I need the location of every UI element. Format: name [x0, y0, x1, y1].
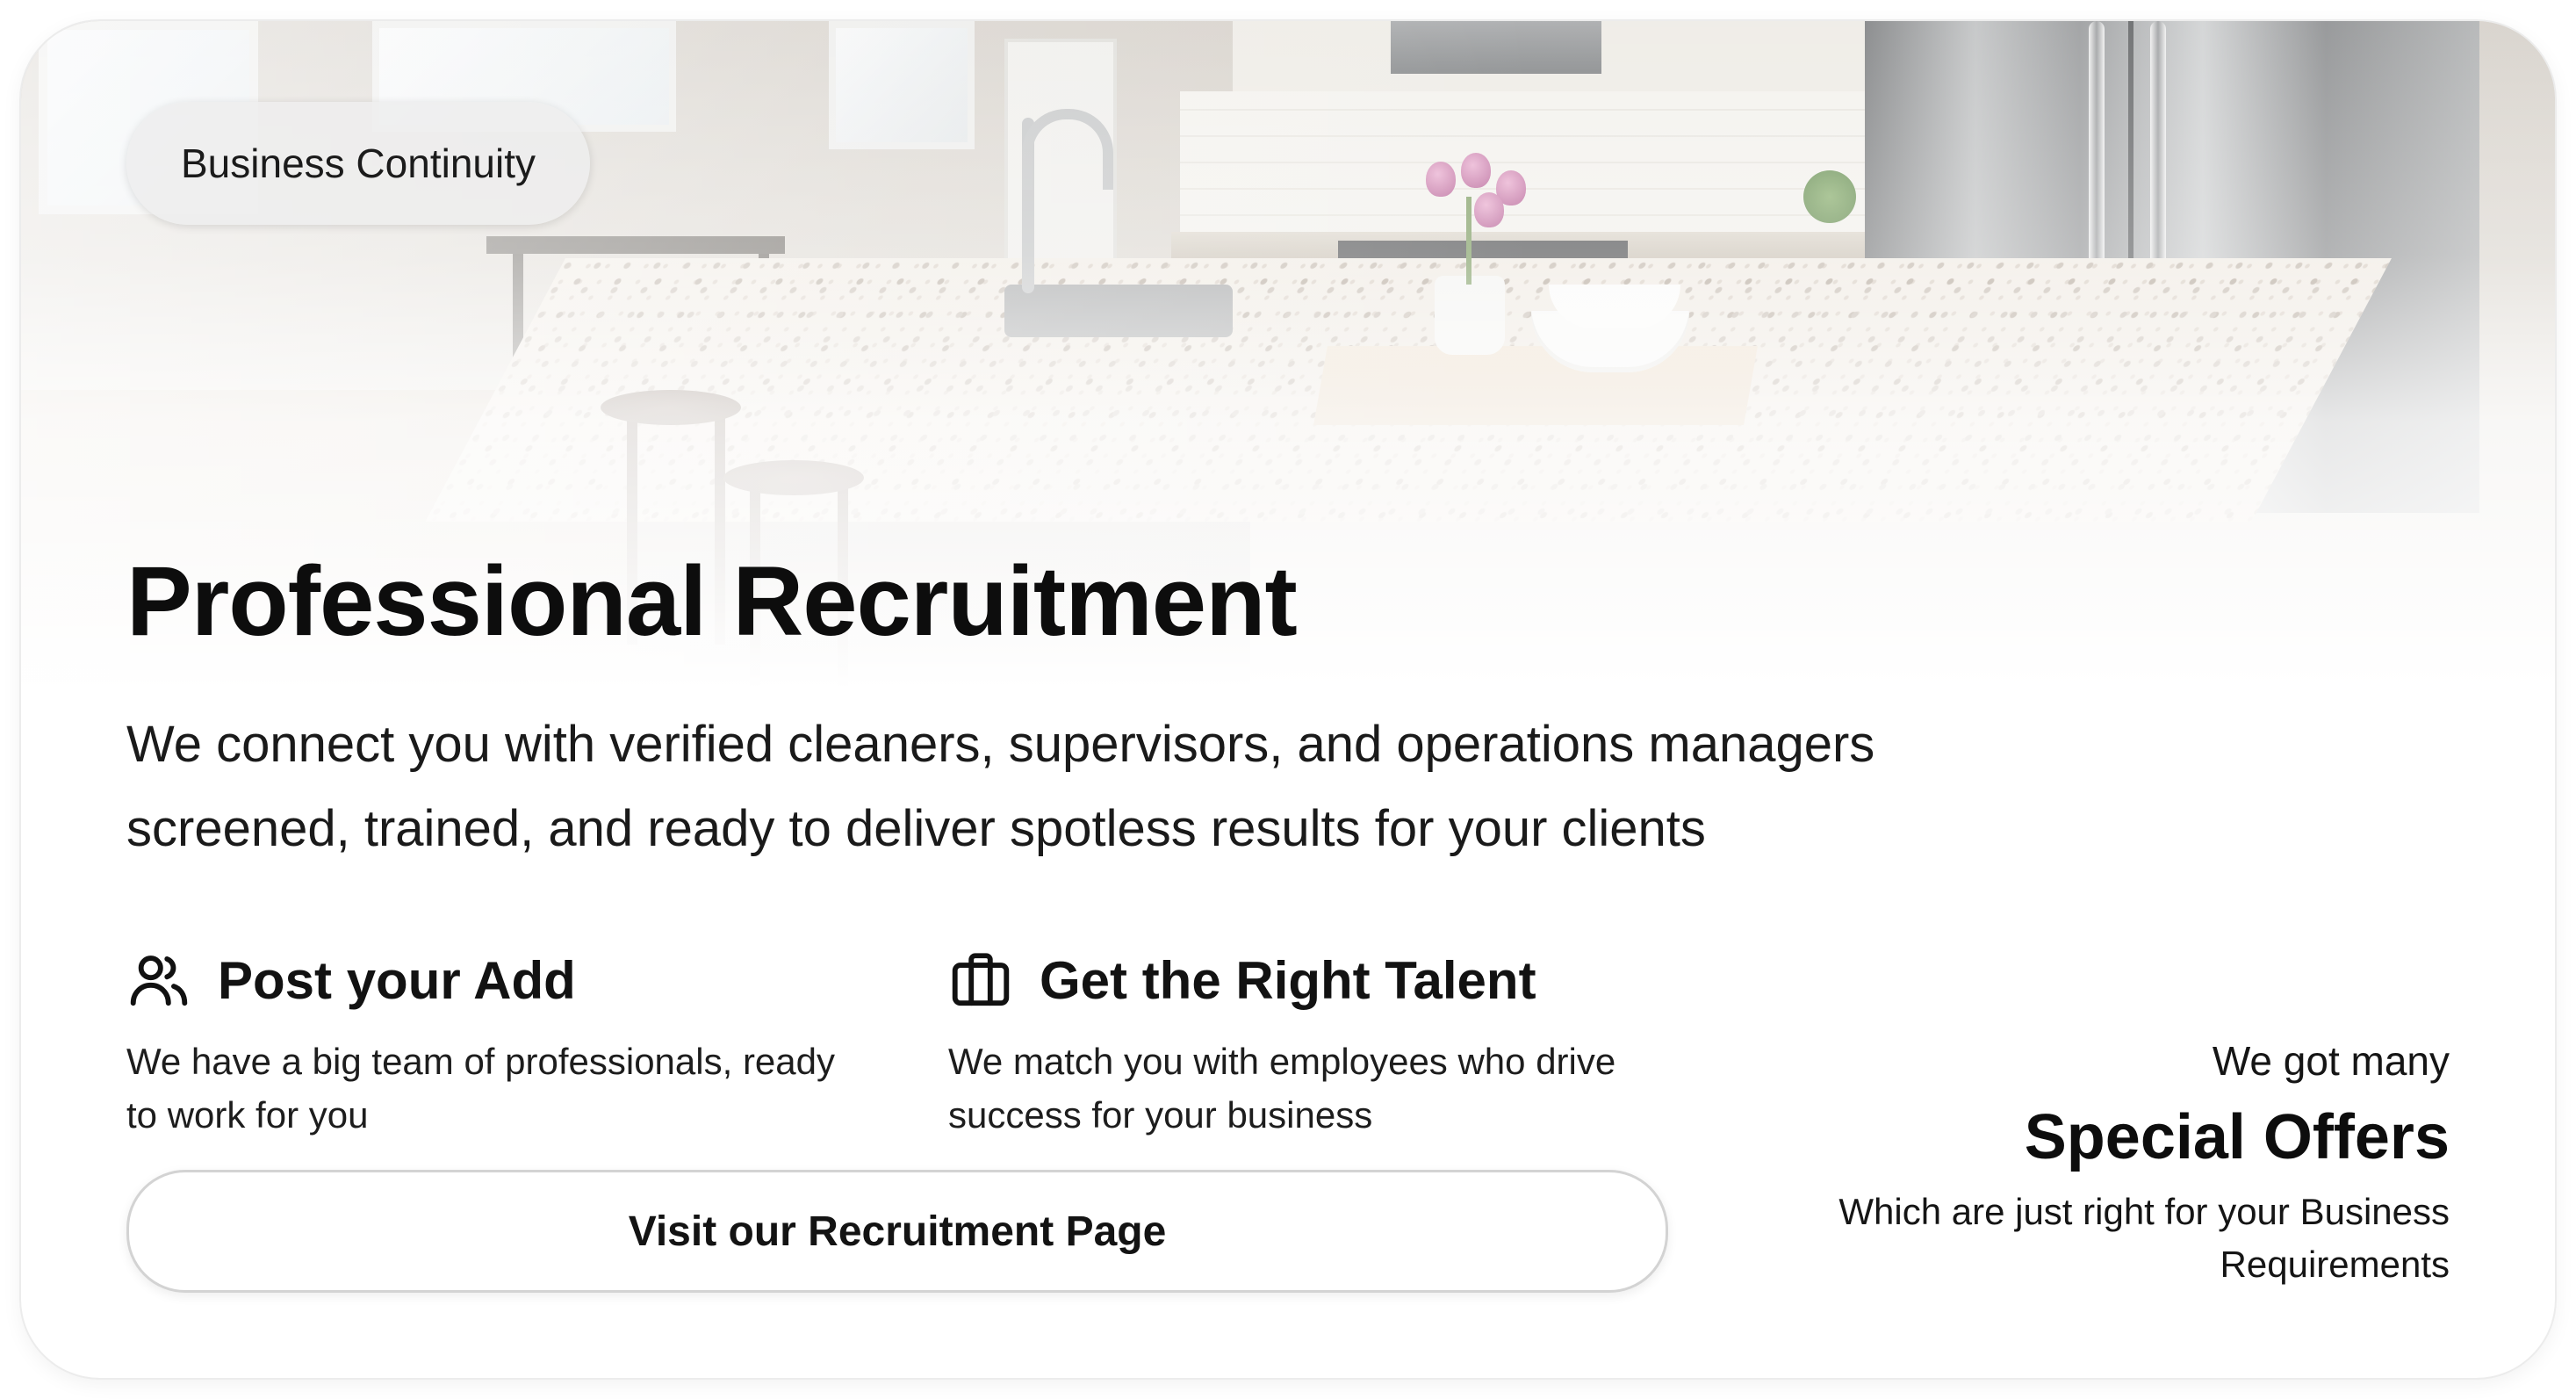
business-continuity-badge: Business Continuity [126, 102, 590, 225]
feature-title: Post your Add [218, 950, 576, 1010]
feature-header: Get the Right Talent [948, 945, 1668, 1015]
feature-post-add: Post your Add We have a big team of prof… [126, 945, 846, 1142]
page-title: Professional Recruitment [126, 546, 1298, 656]
feature-description: We have a big team of professionals, rea… [126, 1041, 836, 1136]
feature-title: Get the Right Talent [1040, 950, 1536, 1010]
users-icon [130, 956, 188, 1006]
offers-description: Which are just right for your Business R… [1838, 1191, 2450, 1285]
feature-header: Post your Add [126, 945, 846, 1015]
visit-recruitment-page-button[interactable]: Visit our Recruitment Page [126, 1170, 1668, 1293]
button-label: Visit our Recruitment Page [628, 1208, 1167, 1255]
briefcase-icon [952, 953, 1010, 1006]
offers-heading: Special Offers [2024, 1102, 2450, 1172]
recruitment-card: Business Continuity Professional Recruit… [21, 21, 2555, 1378]
offers-kicker: We got many [2212, 1038, 2450, 1084]
hero-subtitle: We connect you with verified cleaners, s… [126, 716, 1875, 857]
feature-description: We match you with employees who drive su… [948, 1041, 1616, 1136]
feature-right-talent: Get the Right Talent We match you with e… [948, 945, 1668, 1142]
badge-label: Business Continuity [181, 141, 536, 186]
special-offers: We got many Special Offers Which are jus… [1659, 1033, 2450, 1291]
